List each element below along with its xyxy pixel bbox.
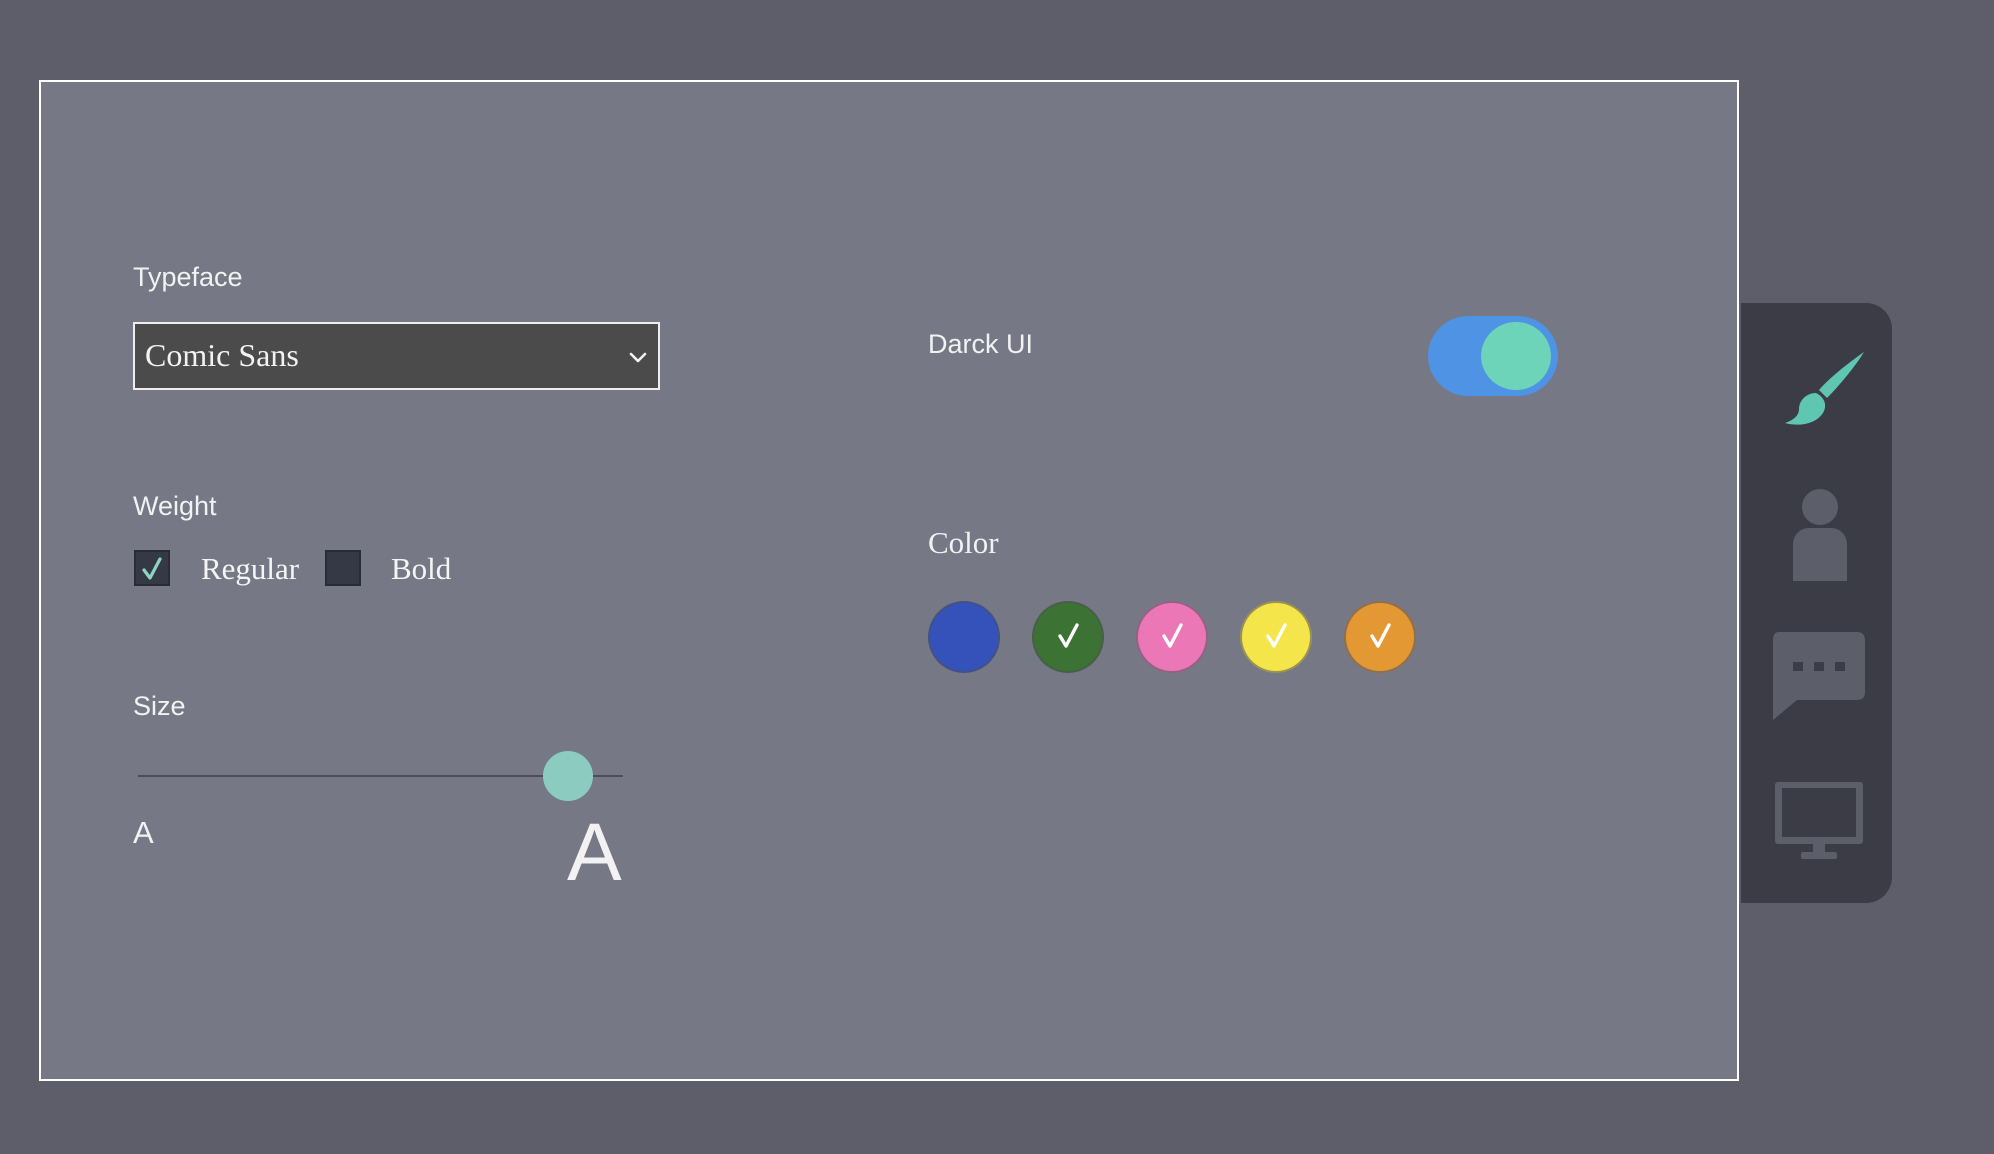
monitor-icon	[1775, 782, 1863, 859]
color-swatch-pink[interactable]	[1136, 601, 1208, 673]
typeface-label: Typeface	[133, 262, 243, 292]
checkmark-icon	[1162, 623, 1183, 648]
paintbrush-icon	[1785, 352, 1864, 425]
typeface-select-value: Comic Sans	[145, 337, 299, 373]
toggle-knob	[1481, 322, 1551, 390]
color-swatch-blue[interactable]	[928, 601, 1000, 673]
color-swatch-orange[interactable]	[1344, 601, 1416, 673]
weight-label: Weight	[133, 491, 217, 521]
checkmark-icon	[1266, 623, 1287, 648]
nav-messages[interactable]	[1771, 628, 1869, 726]
nav-profile[interactable]	[1771, 483, 1869, 581]
nav-display[interactable]	[1771, 778, 1869, 876]
regular-label: Regular	[201, 551, 300, 586]
color-label: Color	[928, 525, 999, 560]
user-icon	[1793, 489, 1847, 581]
checkmark-icon	[1370, 623, 1391, 648]
checkmark-icon	[142, 557, 162, 580]
size-min-label: A	[133, 815, 154, 850]
typeface-select[interactable]: Comic Sans	[133, 322, 660, 390]
size-label: Size	[133, 691, 186, 721]
color-swatch-yellow[interactable]	[1240, 601, 1312, 673]
color-swatch-green[interactable]	[1032, 601, 1104, 673]
side-navigation	[1741, 303, 1892, 903]
dark-ui-toggle[interactable]	[1428, 316, 1558, 396]
size-slider-thumb[interactable]	[543, 751, 593, 801]
bold-label: Bold	[391, 551, 452, 586]
nav-appearance[interactable]	[1771, 343, 1869, 441]
size-max-label: A	[567, 807, 622, 898]
chevron-down-icon	[626, 345, 650, 369]
checkmark-icon	[1058, 623, 1079, 648]
dark-ui-label: Darck UI	[928, 329, 1034, 359]
chat-bubble-icon	[1773, 632, 1865, 720]
regular-checkbox[interactable]	[134, 550, 170, 586]
bold-checkbox[interactable]	[325, 550, 361, 586]
